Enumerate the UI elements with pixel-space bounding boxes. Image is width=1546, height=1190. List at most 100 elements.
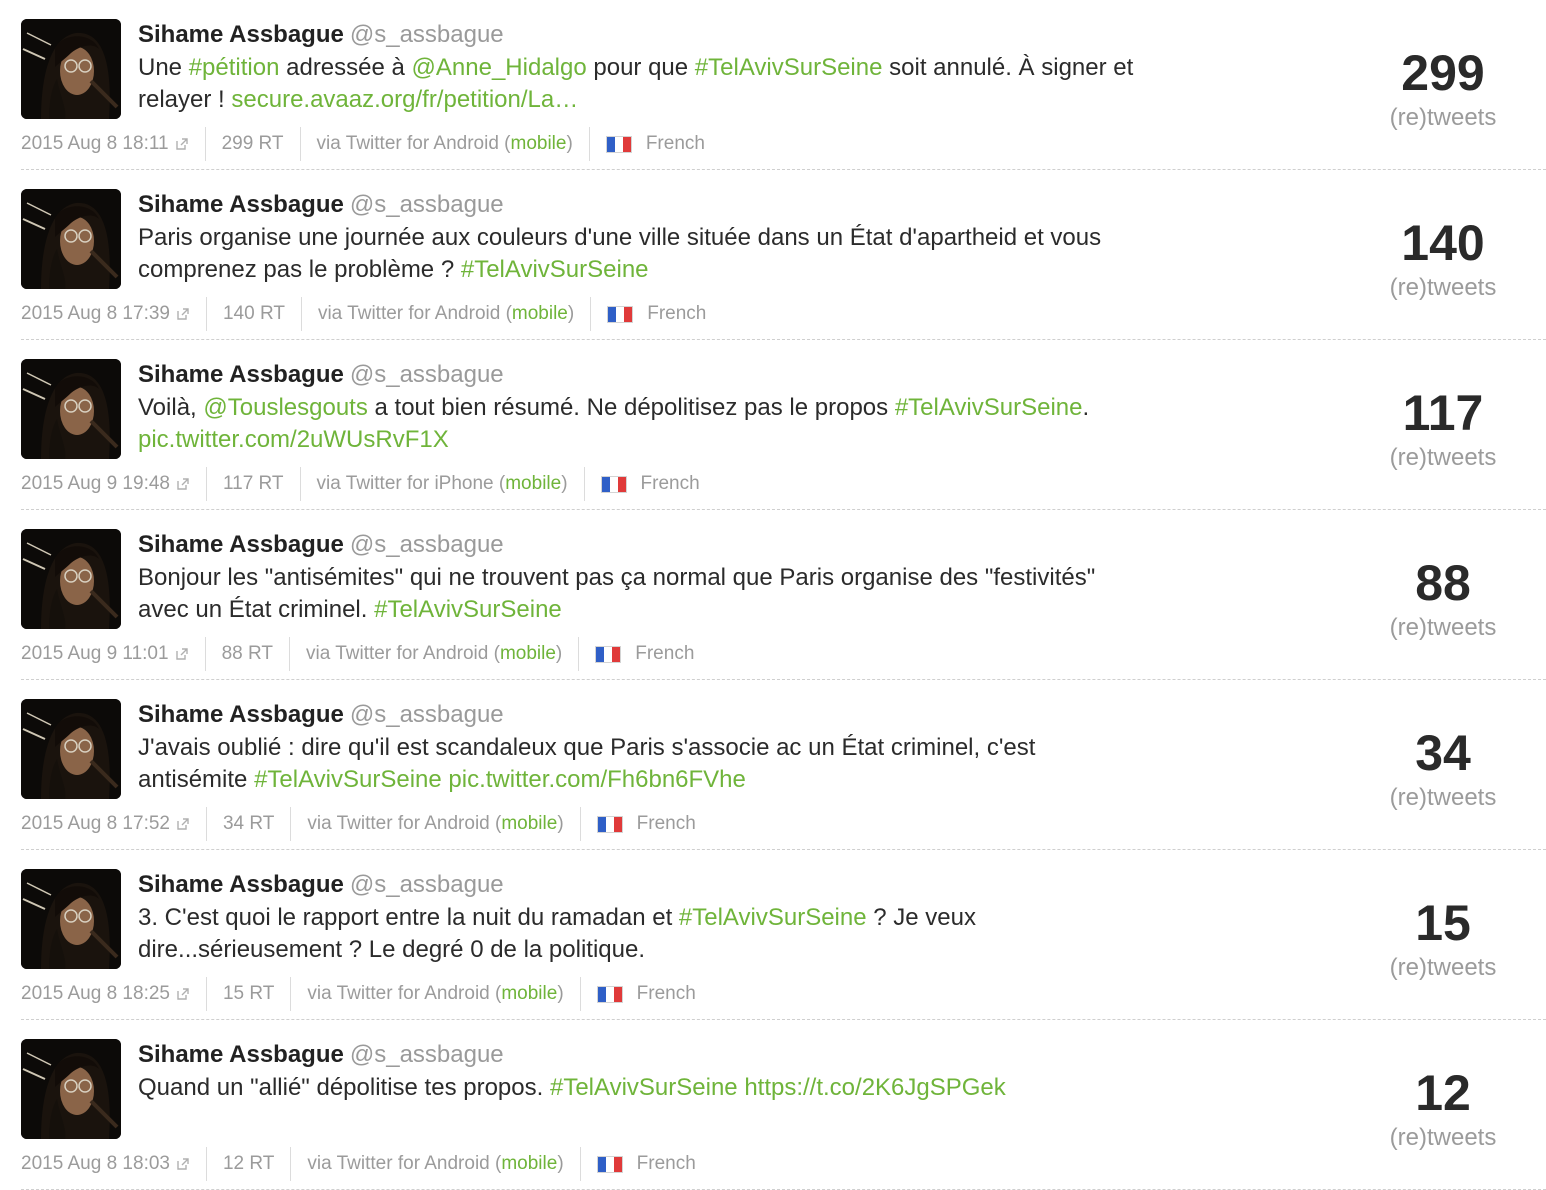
author-name[interactable]: Sihame Assbague [138, 361, 344, 388]
via-source: via Twitter for Android (mobile) [307, 813, 563, 835]
mobile-link[interactable]: mobile [501, 813, 557, 834]
tweet-date-link[interactable]: 2015 Aug 9 11:01 [21, 643, 189, 665]
hashtag-link[interactable]: #TelAvivSurSeine [679, 904, 867, 931]
tweet-header: Sihame Assbague @s_assbague [138, 358, 504, 392]
author-handle[interactable]: @s_assbague [350, 871, 504, 898]
retweet-count-text: 117 RT [222, 473, 284, 494]
tweet-item: Sihame Assbague @s_assbague J'avais oubli… [0, 680, 1546, 850]
tweet-meta: 2015 Aug 8 17:39 140 RT via Twitter for … [21, 296, 706, 332]
url-link[interactable]: secure.avaaz.org/fr/petition/La… [231, 86, 578, 113]
tweet-text: Voilà, @Touslesgouts a tout bien résumé.… [138, 392, 1138, 456]
retweet-count-label: (re)tweets [1389, 274, 1497, 301]
meta-separator [579, 977, 581, 1011]
hashtag-link[interactable]: #TelAvivSurSeine [254, 766, 442, 793]
avatar-image [21, 699, 121, 799]
meta-separator [299, 127, 301, 161]
tweet-date-link[interactable]: 2015 Aug 8 18:25 [21, 983, 190, 1005]
avatar[interactable] [21, 529, 121, 629]
hashtag-link[interactable]: #TelAvivSurSeine [374, 596, 562, 623]
mobile-link[interactable]: mobile [505, 473, 561, 494]
author-handle[interactable]: @s_assbague [350, 531, 504, 558]
retweet-count: 117 [1402, 385, 1484, 441]
author-name[interactable]: Sihame Assbague [138, 1041, 344, 1068]
tweet-text-segment: a tout bien résumé. Ne dépolitisez pas l… [367, 394, 895, 421]
external-link-icon [176, 817, 190, 831]
meta-separator [588, 127, 590, 161]
via-source: via Twitter for Android (mobile) [307, 983, 563, 1005]
tweet-header: Sihame Assbague @s_assbague [138, 698, 504, 732]
avatar[interactable] [21, 1039, 121, 1139]
tweet-date: 2015 Aug 8 17:52 [21, 813, 170, 834]
avatar-image [21, 1039, 121, 1139]
tweet-date-link[interactable]: 2015 Aug 8 18:03 [21, 1153, 190, 1175]
tweet-date: 2015 Aug 8 18:11 [21, 133, 169, 154]
mobile-link[interactable]: mobile [500, 643, 556, 664]
avatar[interactable] [21, 869, 121, 969]
tweet-date-link[interactable]: 2015 Aug 8 17:52 [21, 813, 190, 835]
meta-separator [205, 467, 207, 501]
hashtag-link[interactable]: #pétition [189, 54, 280, 81]
via-suffix: ) [557, 983, 564, 1004]
mobile-link[interactable]: mobile [501, 983, 557, 1004]
mobile-link[interactable]: mobile [501, 1153, 557, 1174]
language-label: French [645, 133, 705, 154]
avatar[interactable] [21, 359, 121, 459]
author-name[interactable]: Sihame Assbague [138, 191, 344, 218]
retweet-count-label: (re)tweets [1389, 104, 1497, 131]
retweet-count-text: 12 RT [222, 1153, 275, 1174]
mobile-link[interactable]: mobile [511, 133, 567, 154]
tweet-text: 3. C'est quoi le rapport entre la nuit d… [138, 902, 1138, 966]
author-handle[interactable]: @s_assbague [350, 1041, 504, 1068]
meta-separator [299, 467, 301, 501]
via-source: via Twitter for Android (mobile) [307, 1153, 563, 1175]
tweet-date-link[interactable]: 2015 Aug 8 18:11 [21, 133, 189, 155]
via-prefix: via Twitter for Android ( [307, 813, 502, 834]
tweet-header: Sihame Assbague @s_assbague [138, 528, 504, 562]
tweet-header: Sihame Assbague @s_assbague [138, 188, 504, 222]
tweet-text: Quand un "allié" dépolitise tes propos. … [138, 1072, 1138, 1104]
author-name[interactable]: Sihame Assbague [138, 701, 344, 728]
tweet-list: Sihame Assbague @s_assbague Une #pétition… [0, 0, 1546, 1190]
language-label: French [640, 473, 700, 494]
french-flag-icon [607, 305, 634, 323]
author-name[interactable]: Sihame Assbague [138, 21, 344, 48]
author-name[interactable]: Sihame Assbague [138, 871, 344, 898]
via-suffix: ) [566, 133, 573, 154]
french-flag-icon [596, 985, 623, 1003]
author-name[interactable]: Sihame Assbague [138, 531, 344, 558]
avatar[interactable] [21, 19, 121, 119]
external-link-icon [176, 1157, 190, 1171]
avatar-image [21, 869, 121, 969]
meta-separator [290, 977, 292, 1011]
meta-separator [205, 297, 207, 331]
author-handle[interactable]: @s_assbague [350, 361, 504, 388]
mention-link[interactable]: @Touslesgouts [203, 394, 367, 421]
avatar[interactable] [21, 189, 121, 289]
tweet-date-link[interactable]: 2015 Aug 9 19:48 [21, 473, 190, 495]
retweet-count-block: 117 (re)tweets [1343, 382, 1543, 472]
mention-link[interactable]: @Anne_Hidalgo [412, 54, 587, 81]
via-prefix: via Twitter for Android ( [307, 1153, 502, 1174]
via-suffix: ) [561, 473, 568, 494]
tweet-meta: 2015 Aug 9 11:01 88 RT via Twitter for A… [21, 636, 694, 672]
hashtag-link[interactable]: #TelAvivSurSeine [550, 1074, 738, 1101]
tweet-text-segment: 3. C'est quoi le rapport entre la nuit d… [138, 904, 679, 931]
url-link[interactable]: pic.twitter.com/2uWUsRvF1X [138, 426, 449, 453]
hashtag-link[interactable]: #TelAvivSurSeine [895, 394, 1083, 421]
author-handle[interactable]: @s_assbague [350, 191, 504, 218]
retweet-count-text: 299 RT [221, 133, 284, 154]
mobile-link[interactable]: mobile [512, 303, 568, 324]
url-link[interactable]: https://t.co/2K6JgSPGek [744, 1074, 1005, 1101]
author-handle[interactable]: @s_assbague [350, 21, 504, 48]
hashtag-link[interactable]: #TelAvivSurSeine [695, 54, 883, 81]
tweet-date-link[interactable]: 2015 Aug 8 17:39 [21, 303, 190, 325]
hashtag-link[interactable]: #TelAvivSurSeine [461, 256, 649, 283]
retweet-count-block: 12 (re)tweets [1343, 1062, 1543, 1152]
tweet-text: J'avais oublié : dire qu'il est scandale… [138, 732, 1138, 796]
language-label: French [636, 1153, 696, 1174]
url-link[interactable]: pic.twitter.com/Fh6bn6FVhe [448, 766, 745, 793]
avatar[interactable] [21, 699, 121, 799]
via-source: via Twitter for Android (mobile) [317, 133, 573, 155]
external-link-icon [176, 987, 190, 1001]
author-handle[interactable]: @s_assbague [350, 701, 504, 728]
